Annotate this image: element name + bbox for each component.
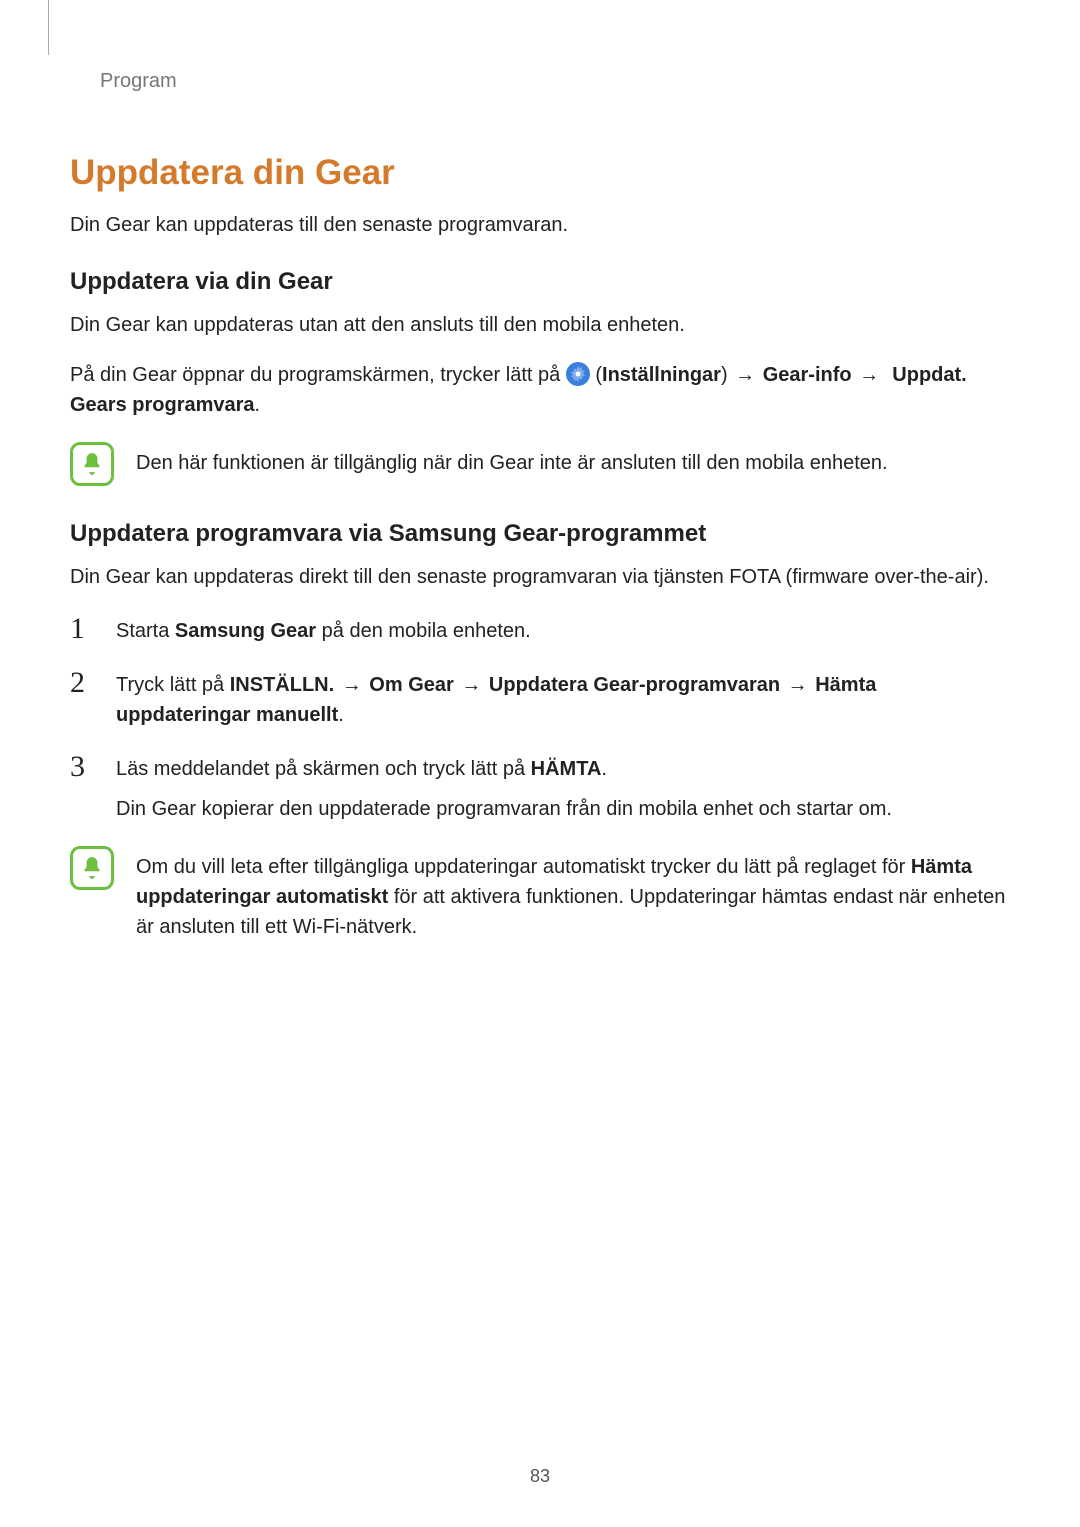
note-text-1: Den här funktionen är tillgänglig när di… xyxy=(136,440,1010,478)
bold-gear-info: Gear-info xyxy=(763,364,857,386)
sub1-para2: På din Gear öppnar du programskärmen, tr… xyxy=(70,360,1010,420)
text-fragment: På din Gear öppnar du programskärmen, tr… xyxy=(70,364,566,386)
arrow-icon: → xyxy=(733,364,757,386)
bell-icon xyxy=(70,846,114,890)
bold-update-gear-software: Uppdatera Gear-programvaran xyxy=(489,674,780,696)
bold-om-gear: Om Gear xyxy=(369,674,453,696)
page-container: Program Uppdatera din Gear Din Gear kan … xyxy=(0,0,1080,1527)
bold-installn: INSTÄLLN. xyxy=(230,674,334,696)
step-number: 1 xyxy=(70,614,98,644)
text-fragment: Om du vill leta efter tillgängliga uppda… xyxy=(136,856,911,878)
note-block-1: Den här funktionen är tillgänglig när di… xyxy=(70,440,1010,486)
intro-text: Din Gear kan uppdateras till den senaste… xyxy=(70,211,1010,240)
text-fragment: på den mobila enheten. xyxy=(316,620,531,642)
text-fragment: Läs meddelandet på skärmen och tryck lät… xyxy=(116,758,531,780)
sub1-para1: Din Gear kan uppdateras utan att den ans… xyxy=(70,310,1010,340)
page-title: Uppdatera din Gear xyxy=(70,153,1010,193)
step-body: Läs meddelandet på skärmen och tryck lät… xyxy=(116,750,1010,824)
subheading-update-via-gear: Uppdatera via din Gear xyxy=(70,268,1010,296)
arrow-icon: → xyxy=(786,674,810,696)
text-fragment: . xyxy=(255,394,261,416)
arrow-icon: → xyxy=(857,364,881,386)
text-fragment: ) xyxy=(721,364,733,386)
step-number: 3 xyxy=(70,752,98,782)
step-2: 2 Tryck lätt på INSTÄLLN. → Om Gear → Up… xyxy=(70,666,1010,730)
step-1: 1 Starta Samsung Gear på den mobila enhe… xyxy=(70,612,1010,646)
text-fragment: . xyxy=(338,704,344,726)
step-3: 3 Läs meddelandet på skärmen och tryck l… xyxy=(70,750,1010,824)
note-text-2: Om du vill leta efter tillgängliga uppda… xyxy=(136,844,1010,942)
page-number: 83 xyxy=(0,1466,1080,1487)
step-body: Tryck lätt på INSTÄLLN. → Om Gear → Uppd… xyxy=(116,666,1010,730)
bell-icon xyxy=(70,442,114,486)
step-subtext: Din Gear kopierar den uppdaterade progra… xyxy=(116,794,1010,824)
margin-rule xyxy=(48,0,49,55)
step-number: 2 xyxy=(70,668,98,698)
text-fragment: . xyxy=(601,758,607,780)
step-body: Starta Samsung Gear på den mobila enhete… xyxy=(116,612,1010,646)
arrow-icon: → xyxy=(459,674,483,696)
header-section-label: Program xyxy=(100,70,1010,93)
bold-samsung-gear: Samsung Gear xyxy=(175,620,316,642)
sub2-para1: Din Gear kan uppdateras direkt till den … xyxy=(70,562,1010,592)
bold-hamta: HÄMTA xyxy=(531,758,602,780)
text-fragment: Starta xyxy=(116,620,175,642)
settings-icon xyxy=(566,362,590,386)
bold-settings: Inställningar xyxy=(602,364,721,386)
arrow-icon: → xyxy=(340,674,364,696)
subheading-update-via-app: Uppdatera programvara via Samsung Gear-p… xyxy=(70,520,1010,548)
text-fragment: Tryck lätt på xyxy=(116,674,230,696)
note-block-2: Om du vill leta efter tillgängliga uppda… xyxy=(70,844,1010,942)
